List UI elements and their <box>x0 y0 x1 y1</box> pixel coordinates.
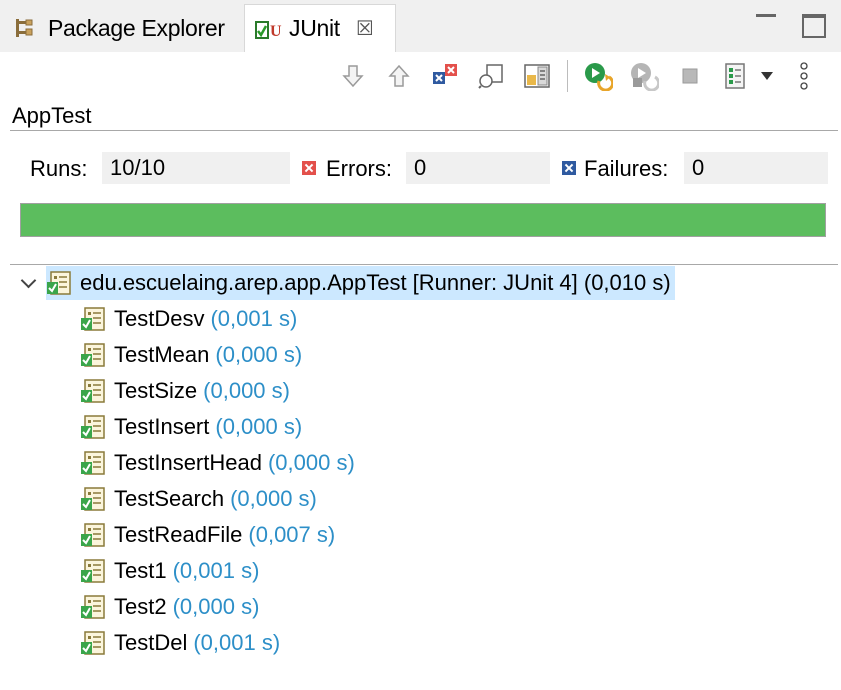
counter-panel: Runs: 10/10 Errors: 0 Failures: 0 <box>0 152 841 186</box>
test-name: TestMean <box>114 342 210 367</box>
failures-label: Failures: <box>584 156 669 181</box>
stop-icon[interactable] <box>672 58 708 94</box>
junit-icon: U <box>255 20 282 40</box>
test-duration: (0,000 s) <box>230 486 317 511</box>
test-duration: (0,000 s) <box>203 378 290 403</box>
test-name: Test1 <box>114 558 167 583</box>
test-duration: (0,001 s) <box>210 306 298 331</box>
test-duration: (0,001 s) <box>172 558 260 583</box>
runs-label: Runs: <box>30 156 88 181</box>
progress-fill <box>21 204 825 236</box>
tab-package-explorer[interactable]: Package Explorer <box>14 4 225 52</box>
test-run-title: AppTest <box>12 103 92 128</box>
tree-root-selection[interactable]: edu.escuelaing.arep.app.AppTest [Runner:… <box>46 266 675 300</box>
tree-test-row[interactable]: TestInsertHead (0,000 s) <box>80 446 355 480</box>
tree-test-row[interactable]: TestDel (0,001 s) <box>80 626 280 660</box>
rerun-test-icon[interactable] <box>580 58 616 94</box>
runs-value: 10/10 <box>102 152 290 184</box>
test-pass-icon <box>81 523 105 547</box>
minimize-view-icon[interactable] <box>754 8 780 34</box>
layout-icon[interactable] <box>519 58 555 94</box>
tab-label: Package Explorer <box>48 14 225 41</box>
junit-toolbar <box>335 56 812 96</box>
test-duration: (0,000 s) <box>267 450 355 475</box>
failure-icon <box>562 161 576 175</box>
test-name: TestInsertHead <box>114 450 262 475</box>
tab-junit[interactable]: U JUnit ☒ <box>244 4 396 52</box>
test-duration: (0,000 s) <box>172 594 260 619</box>
view-tab-strip: Package Explorer U JUnit ☒ <box>0 0 841 52</box>
close-tab-icon[interactable]: ☒ <box>356 16 374 41</box>
test-pass-icon <box>81 559 105 583</box>
svg-text:U: U <box>270 23 282 40</box>
tab-label: JUnit <box>289 15 340 41</box>
failures-value: 0 <box>684 152 828 184</box>
errors-label: Errors: <box>326 156 392 181</box>
test-name: TestSearch <box>114 486 225 511</box>
test-suite-pass-icon <box>47 271 71 295</box>
test-run-history-icon[interactable] <box>718 58 754 94</box>
package-explorer-icon <box>16 19 33 37</box>
scroll-lock-icon[interactable] <box>473 58 509 94</box>
test-name: TestSize <box>114 378 198 403</box>
test-name: TestDesv <box>114 306 205 331</box>
chevron-down-icon[interactable] <box>18 272 40 294</box>
test-pass-icon <box>81 487 105 511</box>
tree-test-row[interactable]: TestInsert (0,000 s) <box>80 410 302 444</box>
test-pass-icon <box>81 451 105 475</box>
toolbar-separator <box>567 60 568 92</box>
tree-test-row[interactable]: TestMean (0,000 s) <box>80 338 302 372</box>
test-pass-icon <box>81 307 105 331</box>
test-name: TestInsert <box>114 414 210 439</box>
test-progress-bar <box>20 203 826 237</box>
test-name: TestReadFile <box>114 522 243 547</box>
title-divider <box>10 130 838 131</box>
errors-value: 0 <box>406 152 550 184</box>
test-pass-icon <box>81 415 105 439</box>
tree-divider <box>10 264 838 265</box>
dropdown-arrow-icon[interactable] <box>756 58 778 94</box>
test-pass-icon <box>81 379 105 403</box>
test-name: Test2 <box>114 594 167 619</box>
test-duration: (0,000 s) <box>215 414 303 439</box>
test-pass-icon <box>81 343 105 367</box>
test-duration: (0,007 s) <box>248 522 336 547</box>
test-name: TestDel <box>114 630 188 655</box>
show-failures-only-icon[interactable] <box>427 58 463 94</box>
maximize-view-icon[interactable] <box>800 8 826 38</box>
view-menu-icon[interactable] <box>796 58 812 94</box>
test-duration: (0,001 s) <box>193 630 281 655</box>
next-failure-icon[interactable] <box>335 58 371 94</box>
tree-root-row[interactable]: edu.escuelaing.arep.app.AppTest [Runner:… <box>18 266 675 300</box>
rerun-failed-first-icon[interactable] <box>626 58 662 94</box>
tree-root-label: edu.escuelaing.arep.app.AppTest [Runner:… <box>80 270 671 295</box>
test-pass-icon <box>81 595 105 619</box>
tree-test-row[interactable]: TestDesv (0,001 s) <box>80 302 297 336</box>
tree-test-row[interactable]: Test2 (0,000 s) <box>80 590 259 624</box>
tree-test-row[interactable]: TestSearch (0,000 s) <box>80 482 317 516</box>
tree-test-row[interactable]: TestSize (0,000 s) <box>80 374 290 408</box>
test-pass-icon <box>81 631 105 655</box>
tree-test-row[interactable]: TestReadFile (0,007 s) <box>80 518 335 552</box>
error-icon <box>302 161 316 175</box>
test-duration: (0,000 s) <box>215 342 303 367</box>
previous-failure-icon[interactable] <box>381 58 417 94</box>
tree-test-row[interactable]: Test1 (0,001 s) <box>80 554 259 588</box>
